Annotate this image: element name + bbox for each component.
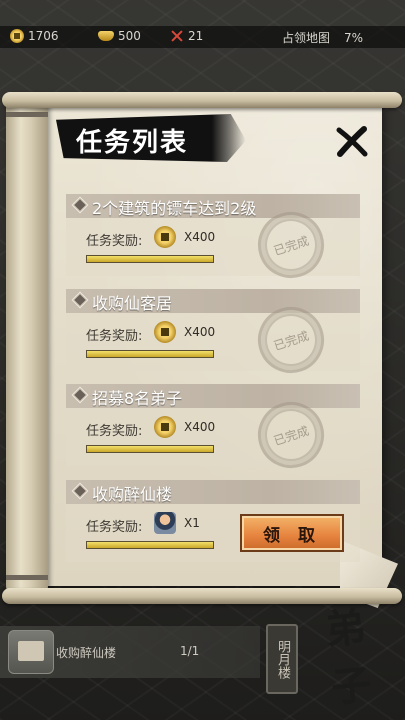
quest-tracker[interactable]: 收购醉仙楼 1/1 xyxy=(0,626,260,678)
territory-percent: 7% xyxy=(344,30,364,45)
claim-reward-button[interactable]: 领 取 xyxy=(240,514,344,552)
close-button[interactable] xyxy=(334,124,370,160)
reward-label: 任务奖励: xyxy=(86,520,143,535)
copper-coin-icon xyxy=(10,29,24,43)
disciple-avatar-icon xyxy=(154,512,176,534)
task-name: 2个建筑的镖车达到2级 xyxy=(92,199,257,218)
task-header: 收购仙客居 xyxy=(66,289,360,313)
scroll-top-rod xyxy=(2,92,402,108)
diamond-bullet-icon xyxy=(71,196,89,214)
stamp-text: 已完成 xyxy=(271,328,311,353)
building-sign[interactable]: 明月楼 xyxy=(266,624,298,694)
task-progress-bar xyxy=(86,445,214,453)
diamond-bullet-icon xyxy=(71,386,89,404)
reward-quantity: X1 xyxy=(184,516,200,530)
power-value: 21 xyxy=(188,29,204,43)
disciple-brush-label[interactable]: 弟子 xyxy=(322,590,405,713)
diamond-bullet-icon xyxy=(71,291,89,309)
task-item: 2个建筑的镖车达到2级 任务奖励: X400 已完成 xyxy=(66,194,360,287)
task-item: 收购醉仙楼 任务奖励: X1 领 取 xyxy=(66,480,360,564)
task-item: 收购仙客居 任务奖励: X400 已完成 xyxy=(66,289,360,382)
quest-tracker-count: 1/1 xyxy=(180,644,200,658)
copper-value: 1706 xyxy=(28,29,59,43)
reward-quantity: X400 xyxy=(184,420,216,434)
task-header: 招募8名弟子 xyxy=(66,384,360,408)
task-progress-bar xyxy=(86,541,214,549)
task-name: 收购醉仙楼 xyxy=(92,485,173,504)
task-progress-bar xyxy=(86,255,214,263)
top-resource-bar: 1706 500 21 占领地图 7% xyxy=(0,26,405,48)
scroll-icon xyxy=(8,630,54,674)
task-progress-fill xyxy=(87,542,213,548)
task-header: 2个建筑的镖车达到2级 xyxy=(66,194,360,218)
building-sign-text: 明月楼 xyxy=(275,639,290,679)
task-body: 任务奖励: X400 已完成 xyxy=(66,298,360,382)
task-header: 收购醉仙楼 xyxy=(66,480,360,504)
copper-coin-icon xyxy=(154,321,176,343)
territory-info: 占领地图 7% xyxy=(282,29,363,46)
reward-label: 任务奖励: xyxy=(86,424,143,439)
task-name: 收购仙客居 xyxy=(92,294,173,313)
task-body: 任务奖励: X400 已完成 xyxy=(66,203,360,287)
crossed-swords-icon xyxy=(170,29,184,43)
task-progress-fill xyxy=(87,351,213,357)
copper-coin-icon xyxy=(154,416,176,438)
stamp-text: 已完成 xyxy=(271,423,311,448)
reward-quantity: X400 xyxy=(184,325,216,339)
gold-resource: 500 xyxy=(98,29,141,43)
power-resource: 21 xyxy=(170,29,203,43)
stamp-text: 已完成 xyxy=(271,233,311,258)
reward-quantity: X400 xyxy=(184,230,216,244)
task-progress-fill xyxy=(87,256,213,262)
copper-resource: 1706 xyxy=(10,29,59,43)
quest-tracker-text: 收购醉仙楼 xyxy=(56,646,117,660)
gold-ingot-icon xyxy=(98,31,114,41)
close-icon xyxy=(336,126,368,157)
task-progress-bar xyxy=(86,350,214,358)
scroll-roll xyxy=(6,96,48,596)
dialog-title: 任务列表 xyxy=(76,128,189,158)
reward-label: 任务奖励: xyxy=(86,329,143,344)
task-body: 任务奖励: X1 领 取 xyxy=(66,504,360,562)
task-body: 任务奖励: X400 已完成 xyxy=(66,393,360,477)
task-item: 招募8名弟子 任务奖励: X400 已完成 xyxy=(66,384,360,477)
diamond-bullet-icon xyxy=(71,482,89,500)
copper-coin-icon xyxy=(154,226,176,248)
task-name: 招募8名弟子 xyxy=(92,389,183,408)
reward-label: 任务奖励: xyxy=(86,234,143,249)
gold-value: 500 xyxy=(118,29,141,43)
task-progress-fill xyxy=(87,446,213,452)
territory-label: 占领地图 xyxy=(282,31,331,45)
